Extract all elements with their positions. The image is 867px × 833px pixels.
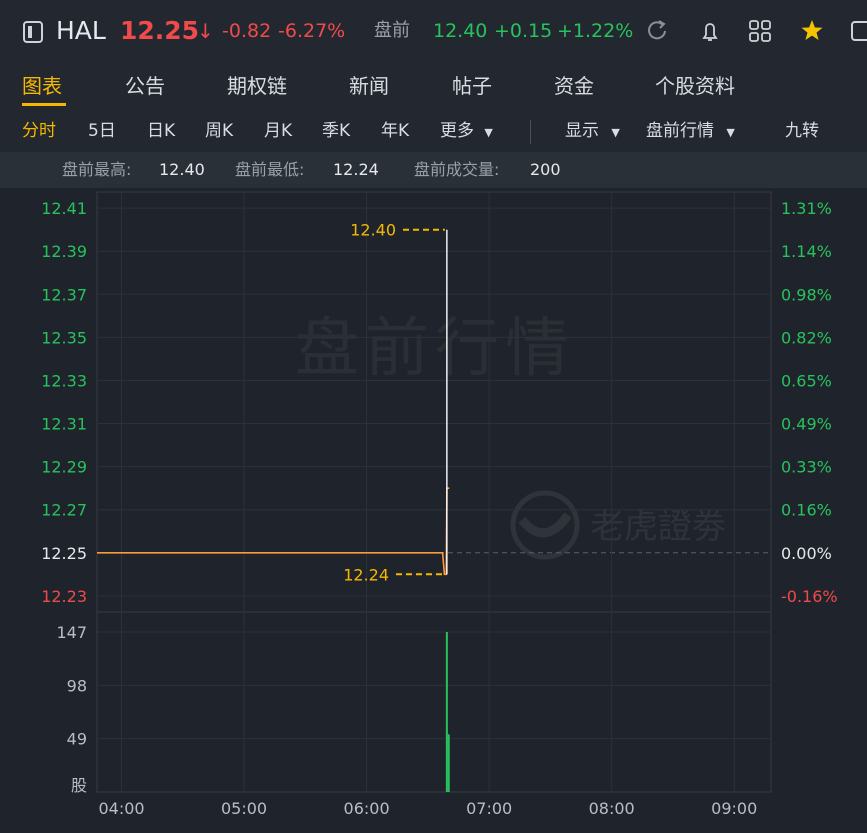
percent-tick-label: 0.00%	[781, 544, 832, 563]
time-tick-label: 07:00	[466, 799, 512, 818]
brand-watermark: 老虎證劵	[590, 507, 726, 547]
percent-tick-label: 0.16%	[781, 501, 832, 520]
high-marker-label: 12.40	[350, 221, 396, 240]
chart-grid	[96, 191, 772, 793]
time-axis: 04:00 05:00 06:00 07:00 08:00 09:00	[98, 799, 757, 818]
price-tick-label: 12.37	[41, 285, 87, 304]
price-line	[97, 487, 450, 576]
percent-tick-label: 0.49%	[781, 415, 832, 434]
price-tick-label: 12.23	[41, 587, 87, 606]
volume-tick-label: 147	[56, 623, 87, 642]
price-tick-label: 12.25	[41, 544, 87, 563]
time-tick-label: 05:00	[221, 799, 267, 818]
percent-tick-label: -0.16%	[781, 587, 838, 606]
time-tick-label: 04:00	[98, 799, 144, 818]
percent-tick-label: 1.31%	[781, 199, 832, 218]
percent-tick-label: 1.14%	[781, 242, 832, 261]
percent-axis: 1.31% 1.14% 0.98% 0.82% 0.65% 0.49% 0.33% 0.16%…	[781, 199, 838, 606]
low-marker-label: 12.24	[343, 565, 389, 584]
price-series	[97, 229, 450, 576]
volume-bars	[445, 632, 450, 792]
time-tick-label: 08:00	[589, 799, 635, 818]
percent-tick-label: 0.65%	[781, 371, 832, 390]
time-tick-label: 06:00	[344, 799, 390, 818]
percent-tick-label: 0.33%	[781, 458, 832, 477]
price-tick-label: 12.27	[41, 501, 87, 520]
price-axis: 12.41 12.39 12.37 12.35 12.33 12.31 12.29 12.27…	[41, 199, 87, 606]
volume-unit-label: 股	[71, 776, 87, 795]
tiger-logo-icon	[510, 490, 580, 560]
price-tick-label: 12.41	[41, 199, 87, 218]
time-tick-label: 09:00	[711, 799, 757, 818]
percent-tick-label: 0.82%	[781, 328, 832, 347]
price-tick-label: 12.35	[41, 328, 87, 347]
plot-border	[96, 191, 772, 793]
volume-tick-label: 49	[67, 730, 87, 749]
price-tick-label: 12.31	[41, 415, 87, 434]
percent-tick-label: 0.98%	[781, 285, 832, 304]
price-tick-label: 12.39	[41, 242, 87, 261]
volume-axis: 147 98 49 股	[56, 623, 87, 795]
volume-bar	[447, 734, 450, 792]
high-low-markers: 12.40 12.24	[343, 221, 445, 584]
session-watermark: 盘前行情	[295, 312, 575, 386]
intraday-chart[interactable]: 盘前行情 老虎證劵 12.41 12.39 12.37 12.35 12.33 12.31…	[0, 0, 867, 833]
price-tick-label: 12.33	[41, 371, 87, 390]
volume-tick-label: 98	[67, 676, 87, 695]
price-tick-label: 12.29	[41, 458, 87, 477]
volume-bar	[445, 632, 448, 792]
